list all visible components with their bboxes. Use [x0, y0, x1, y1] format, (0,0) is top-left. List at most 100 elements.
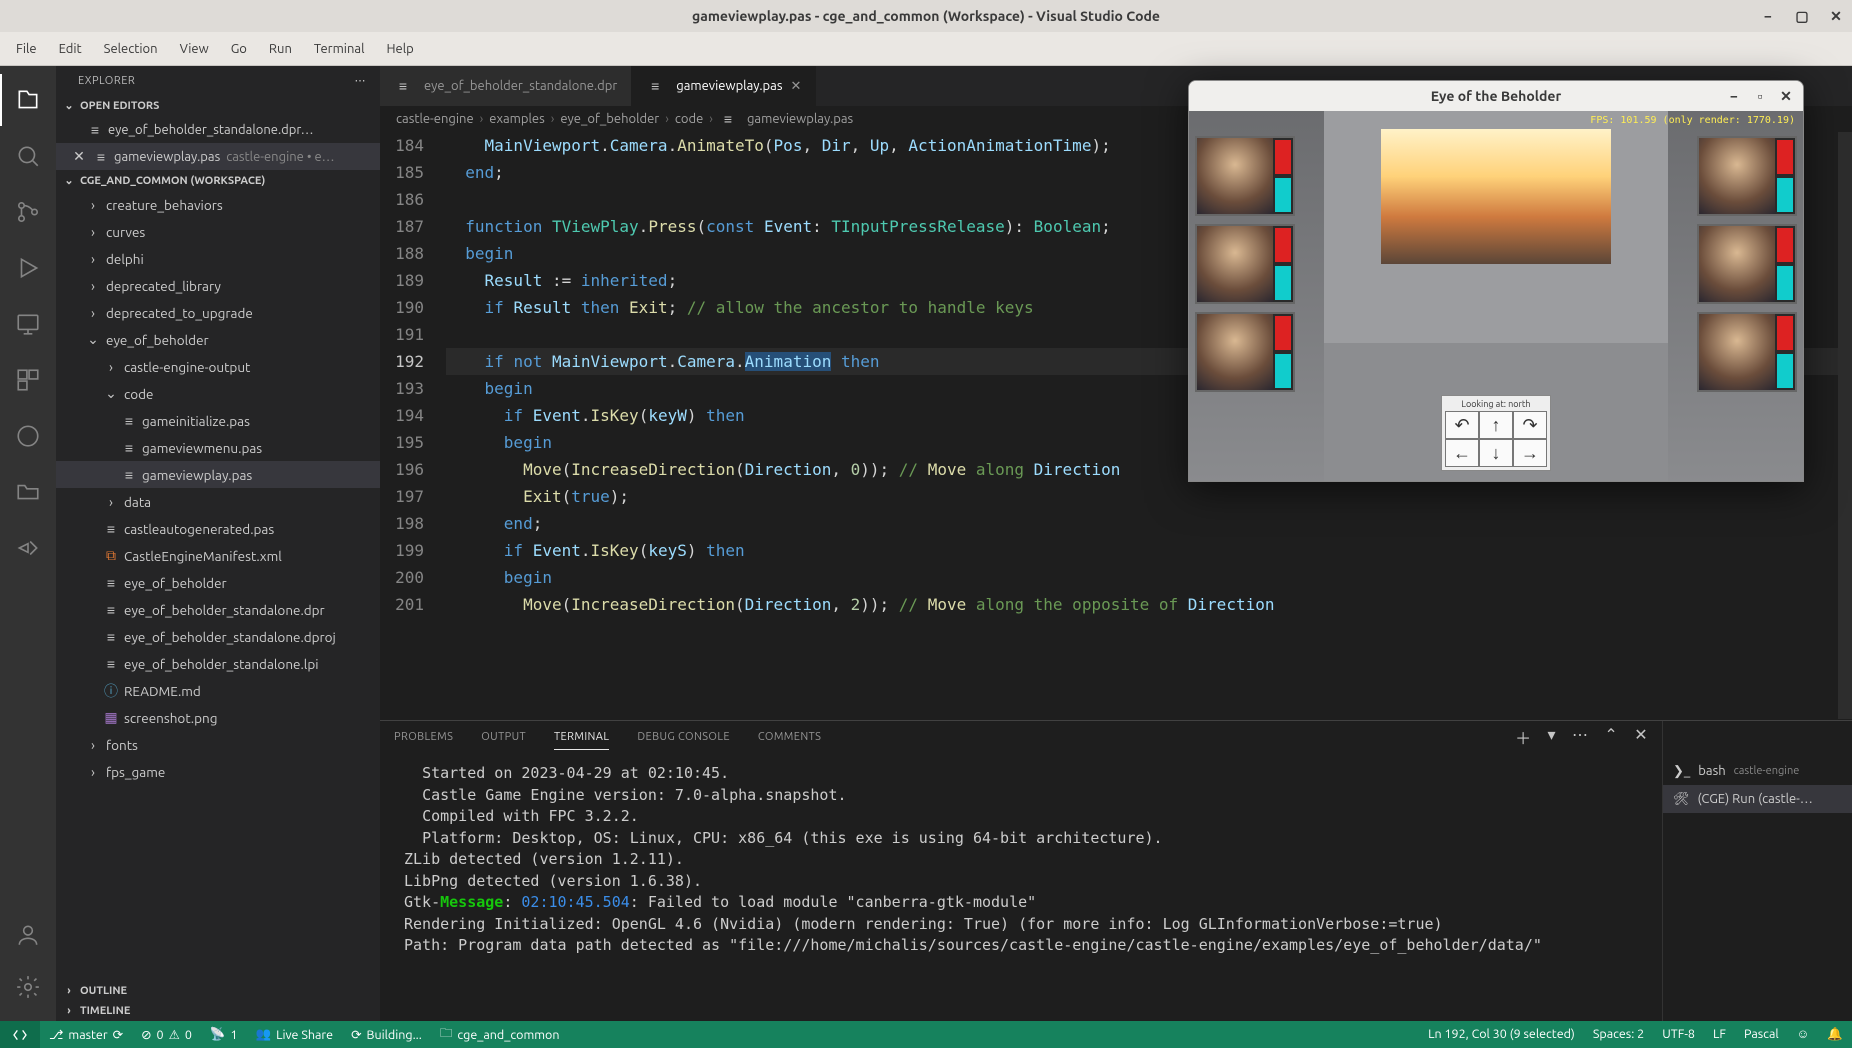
split-terminal-icon[interactable]: ▾: [1548, 725, 1556, 755]
status-liveshare[interactable]: 👥 Live Share: [247, 1021, 343, 1048]
status-building[interactable]: ⟳ Building...: [342, 1021, 431, 1048]
git-branch[interactable]: ⎇ master ⟳: [40, 1021, 132, 1048]
terminal-task[interactable]: ❯_ bash castle-engine: [1663, 757, 1852, 785]
remote-indicator[interactable]: [0, 1021, 40, 1048]
status-feedback-icon[interactable]: ☺: [1788, 1027, 1819, 1041]
activity-scm-icon[interactable]: [0, 186, 56, 238]
close-icon[interactable]: ✕: [70, 148, 88, 165]
activity-settings-icon[interactable]: [0, 961, 56, 1013]
activity-remote-icon[interactable]: [0, 298, 56, 350]
terminal-output[interactable]: Started on 2023-04-29 at 02:10:45. Castl…: [380, 759, 1662, 1021]
minimap[interactable]: [1838, 132, 1852, 719]
file-gameviewmenu.pas[interactable]: ≡gameviewmenu.pas: [56, 434, 380, 461]
close-icon[interactable]: ✕: [790, 79, 801, 94]
menu-edit[interactable]: Edit: [49, 38, 92, 60]
activity-debug-icon[interactable]: [0, 242, 56, 294]
file-gameviewplay.pas[interactable]: ≡gameviewplay.pas: [56, 461, 380, 488]
outline-header[interactable]: › OUTLINE: [56, 981, 380, 1001]
open-editor-item[interactable]: ✕ ≡ gameviewplay.pas castle-engine • e…: [56, 143, 380, 170]
new-terminal-icon[interactable]: ＋: [1515, 725, 1531, 755]
folder-fonts[interactable]: ›fonts: [56, 731, 380, 758]
party-portrait[interactable]: [1195, 312, 1295, 392]
file-screenshot.png[interactable]: ▦screenshot.png: [56, 704, 380, 731]
party-portrait[interactable]: [1697, 312, 1797, 392]
maximize-panel-icon[interactable]: ⌃: [1604, 725, 1618, 755]
activity-explorer-icon[interactable]: [0, 74, 56, 126]
move-forward-button[interactable]: ↑: [1479, 411, 1513, 439]
menu-run[interactable]: Run: [259, 38, 302, 60]
status-cursor[interactable]: Ln 192, Col 30 (9 selected): [1419, 1027, 1584, 1041]
status-ports[interactable]: 📡 1: [201, 1021, 247, 1048]
timeline-header[interactable]: › TIMELINE: [56, 1001, 380, 1021]
status-language[interactable]: Pascal: [1735, 1027, 1788, 1041]
panel-tab-problems[interactable]: PROBLEMS: [394, 731, 453, 749]
party-portrait[interactable]: [1195, 136, 1295, 216]
file-eye_of_beholder[interactable]: ≡eye_of_beholder: [56, 569, 380, 596]
menu-view[interactable]: View: [170, 38, 219, 60]
move-back-button[interactable]: ↓: [1479, 439, 1513, 467]
status-spaces[interactable]: Spaces: 2: [1584, 1027, 1653, 1041]
turn-left-button[interactable]: ↶: [1445, 411, 1479, 439]
terminal-task[interactable]: 🛠 (CGE) Run (castle-…: [1663, 785, 1852, 813]
file-eye_of_beholder_standalone.lpi[interactable]: ≡eye_of_beholder_standalone.lpi: [56, 650, 380, 677]
open-editor-item[interactable]: ≡ eye_of_beholder_standalone.dpr…: [56, 116, 380, 143]
file-gameinitialize.pas[interactable]: ≡gameinitialize.pas: [56, 407, 380, 434]
folder-data[interactable]: ›data: [56, 488, 380, 515]
file-castleautogenerated.pas[interactable]: ≡castleautogenerated.pas: [56, 515, 380, 542]
folder-delphi[interactable]: ›delphi: [56, 245, 380, 272]
file-CastleEngineManifest.xml[interactable]: ⧉CastleEngineManifest.xml: [56, 542, 380, 569]
panel-tab-output[interactable]: OUTPUT: [481, 731, 526, 749]
file-eye_of_beholder_standalone.dproj[interactable]: ≡eye_of_beholder_standalone.dproj: [56, 623, 380, 650]
game-window[interactable]: Eye of the Beholder − ▫ ✕ FPS: 101.59 (o…: [1188, 80, 1804, 482]
window-minimize-icon[interactable]: −: [1760, 8, 1776, 24]
activity-liveshare-icon[interactable]: [0, 522, 56, 574]
menu-file[interactable]: File: [6, 38, 47, 60]
folder-creature_behaviors[interactable]: ›creature_behaviors: [56, 191, 380, 218]
close-panel-icon[interactable]: ✕: [1634, 725, 1648, 755]
menu-terminal[interactable]: Terminal: [304, 38, 375, 60]
folder-castle-engine-output[interactable]: ›castle-engine-output: [56, 353, 380, 380]
game-close-icon[interactable]: ✕: [1775, 85, 1797, 107]
tab-item[interactable]: ≡ gameviewplay.pas ✕: [632, 66, 816, 106]
menu-help[interactable]: Help: [376, 38, 423, 60]
panel-tab-terminal[interactable]: TERMINAL: [554, 731, 609, 750]
menu-go[interactable]: Go: [221, 38, 257, 60]
strafe-left-button[interactable]: ←: [1445, 439, 1479, 467]
menu-selection[interactable]: Selection: [94, 38, 168, 60]
folder-eye_of_beholder[interactable]: ⌄eye_of_beholder: [56, 326, 380, 353]
workspace-header[interactable]: ⌄ CGE_AND_COMMON (WORKSPACE): [56, 170, 380, 191]
activity-extensions-icon[interactable]: [0, 354, 56, 406]
strafe-right-button[interactable]: →: [1513, 439, 1547, 467]
folder-fps_game[interactable]: ›fps_game: [56, 758, 380, 785]
party-portrait[interactable]: [1195, 224, 1295, 304]
activity-search-icon[interactable]: [0, 130, 56, 182]
party-portrait[interactable]: [1697, 136, 1797, 216]
status-errors[interactable]: ⊘ 0 ⚠ 0: [132, 1021, 201, 1048]
status-encoding[interactable]: UTF-8: [1653, 1027, 1704, 1041]
open-editors-header[interactable]: ⌄ OPEN EDITORS: [56, 95, 380, 116]
party-portrait[interactable]: [1697, 224, 1797, 304]
game-maximize-icon[interactable]: ▫: [1749, 85, 1771, 107]
folder-deprecated_library[interactable]: ›deprecated_library: [56, 272, 380, 299]
activity-github-icon[interactable]: [0, 410, 56, 462]
activity-account-icon[interactable]: [0, 909, 56, 961]
game-minimize-icon[interactable]: −: [1723, 85, 1745, 107]
file-eye_of_beholder_standalone.dpr[interactable]: ≡eye_of_beholder_standalone.dpr: [56, 596, 380, 623]
status-eol[interactable]: LF: [1704, 1027, 1735, 1041]
sidebar-more-icon[interactable]: ⋯: [355, 74, 367, 87]
status-folder[interactable]: 🗀 cge_and_common: [431, 1021, 569, 1048]
turn-right-button[interactable]: ↷: [1513, 411, 1547, 439]
activity-folder-icon[interactable]: [0, 466, 56, 518]
more-icon[interactable]: ⋯: [1572, 725, 1588, 755]
status-bell-icon[interactable]: 🔔: [1818, 1027, 1852, 1042]
window-close-icon[interactable]: ✕: [1828, 8, 1844, 24]
folder-deprecated_to_upgrade[interactable]: ›deprecated_to_upgrade: [56, 299, 380, 326]
panel-tab-debug[interactable]: DEBUG CONSOLE: [637, 731, 730, 749]
file-README.md[interactable]: ⓘREADME.md: [56, 677, 380, 704]
folder-code[interactable]: ⌄code: [56, 380, 380, 407]
tab-item[interactable]: ≡ eye_of_beholder_standalone.dpr: [380, 66, 632, 106]
game-viewport[interactable]: FPS: 101.59 (only render: 1770.19) Looki…: [1189, 111, 1803, 482]
folder-curves[interactable]: ›curves: [56, 218, 380, 245]
window-maximize-icon[interactable]: ▢: [1794, 8, 1810, 24]
panel-tab-comments[interactable]: COMMENTS: [758, 731, 821, 749]
